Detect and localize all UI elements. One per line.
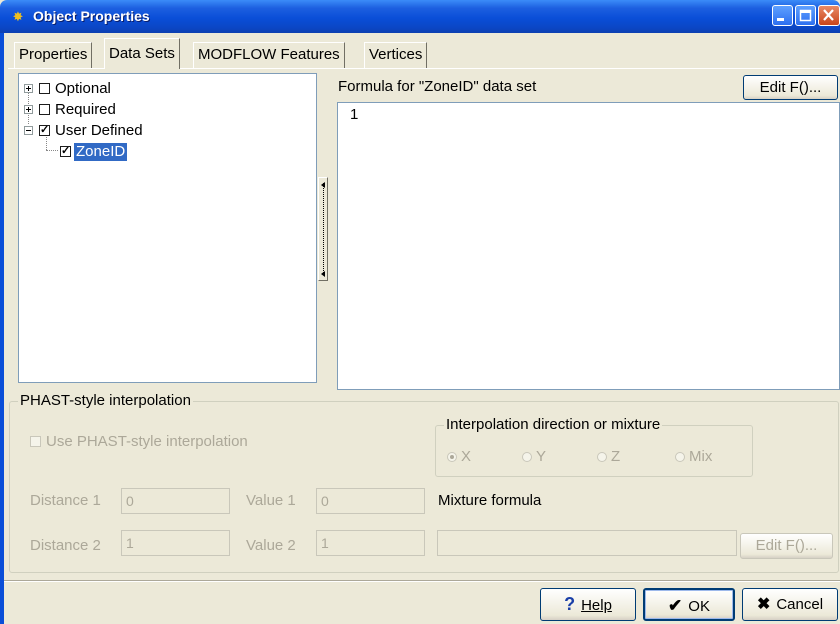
use-phast-checkbox-row[interactable]: Use PHAST-style interpolation — [30, 433, 248, 450]
radio-dot-icon — [522, 452, 532, 462]
value1-input[interactable]: 0 — [316, 488, 425, 514]
cancel-label: Cancel — [776, 596, 824, 613]
use-phast-label: Use PHAST-style interpolation — [46, 433, 248, 450]
radio-label: Mix — [689, 448, 713, 465]
interpolation-direction-label: Interpolation direction or mixture — [444, 416, 663, 433]
distance1-input[interactable]: 0 — [121, 488, 230, 514]
expand-icon[interactable] — [24, 105, 33, 114]
tab-properties[interactable]: Properties — [14, 42, 93, 68]
help-icon: ? — [564, 594, 576, 614]
tab-data-sets[interactable]: Data Sets — [104, 38, 180, 69]
cancel-x-icon: ✖ — [756, 596, 771, 613]
radio-x[interactable]: X — [447, 448, 471, 465]
distance2-input[interactable]: 1 — [121, 530, 230, 556]
radio-label: X — [461, 448, 472, 465]
ok-button[interactable]: ✔ OK — [643, 588, 735, 621]
radio-z[interactable]: Z — [597, 448, 620, 465]
ok-label: OK — [688, 598, 710, 615]
collapse-icon[interactable] — [24, 126, 33, 135]
maximize-button[interactable] — [795, 5, 816, 26]
window-frame — [0, 33, 4, 624]
radio-label: Y — [536, 448, 547, 465]
separator — [4, 580, 840, 582]
tree-item-label: Required — [55, 101, 116, 118]
radio-y[interactable]: Y — [522, 448, 546, 465]
mixture-formula-input[interactable] — [437, 530, 737, 556]
splitter-handle[interactable] — [318, 177, 328, 281]
window-title: Object Properties — [33, 8, 150, 24]
checkmark-icon: ✔ — [668, 596, 683, 615]
radio-dot-icon — [447, 452, 457, 462]
close-button[interactable] — [818, 5, 840, 26]
value2-label: Value 2 — [246, 537, 296, 554]
distance1-label: Distance 1 — [30, 492, 101, 509]
tree-item-label: User Defined — [55, 122, 143, 139]
distance2-label: Distance 2 — [30, 537, 101, 554]
mixture-edit-formula-button[interactable]: Edit F()... — [740, 533, 833, 559]
mixture-formula-label: Mixture formula — [438, 492, 542, 509]
edit-formula-button[interactable]: Edit F()... — [743, 75, 838, 100]
radio-mix[interactable]: Mix — [675, 448, 712, 465]
bug-icon[interactable]: ✸ — [10, 9, 26, 24]
phast-group-label: PHAST-style interpolation — [18, 392, 193, 409]
expand-icon[interactable] — [24, 84, 33, 93]
data-set-tree[interactable]: Optional Required ✓ User Defined ✓ ZoneI… — [18, 73, 317, 383]
help-button[interactable]: ? Help — [540, 588, 636, 621]
tab-modflow-features[interactable]: MODFLOW Features — [193, 42, 345, 68]
use-phast-checkbox[interactable] — [30, 436, 41, 447]
tree-item-label: ZoneID — [74, 143, 128, 161]
minimize-button[interactable] — [772, 5, 793, 26]
value2-input[interactable]: 1 — [316, 530, 425, 556]
formula-editor[interactable]: 1 — [337, 102, 840, 390]
optional-checkbox[interactable] — [39, 83, 50, 94]
help-label: Help — [581, 597, 612, 614]
tree-item-label: Optional — [55, 80, 111, 97]
formula-label: Formula for "ZoneID" data set — [338, 78, 537, 95]
radio-dot-icon — [675, 452, 685, 462]
tree-connector — [46, 150, 58, 151]
radio-label: Z — [611, 448, 621, 465]
required-checkbox[interactable] — [39, 104, 50, 115]
value1-label: Value 1 — [246, 492, 296, 509]
zoneid-checkbox[interactable]: ✓ — [60, 146, 71, 157]
radio-dot-icon — [597, 452, 607, 462]
cancel-button[interactable]: ✖ Cancel — [742, 588, 838, 621]
user-defined-checkbox[interactable]: ✓ — [39, 125, 50, 136]
tab-vertices[interactable]: Vertices — [364, 42, 428, 68]
